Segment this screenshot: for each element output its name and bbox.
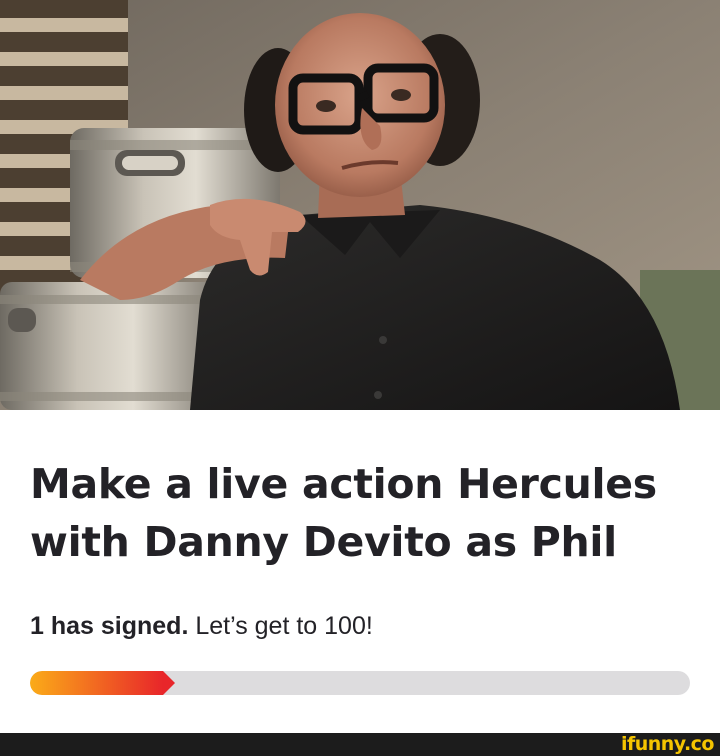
progress-bar-arrow-tip	[163, 671, 175, 695]
petition-title: Make a live action Hercules with Danny D…	[30, 460, 657, 566]
progress-bar-body	[30, 671, 163, 695]
hero-photo	[0, 0, 720, 410]
signed-count-text: 1 has signed.	[30, 612, 189, 640]
progress-bar-fill	[30, 671, 175, 695]
progress-bar-track	[30, 671, 690, 695]
goal-text: Let’s get to 100!	[188, 612, 373, 640]
petition-card: Make a live action Hercules with Danny D…	[0, 0, 720, 756]
ifunny-watermark-logo: ifunny.co	[620, 733, 715, 755]
footer-strip: ifunny.co	[0, 733, 720, 756]
signature-status: 1 has signed. Let’s get to 100!	[30, 610, 373, 642]
